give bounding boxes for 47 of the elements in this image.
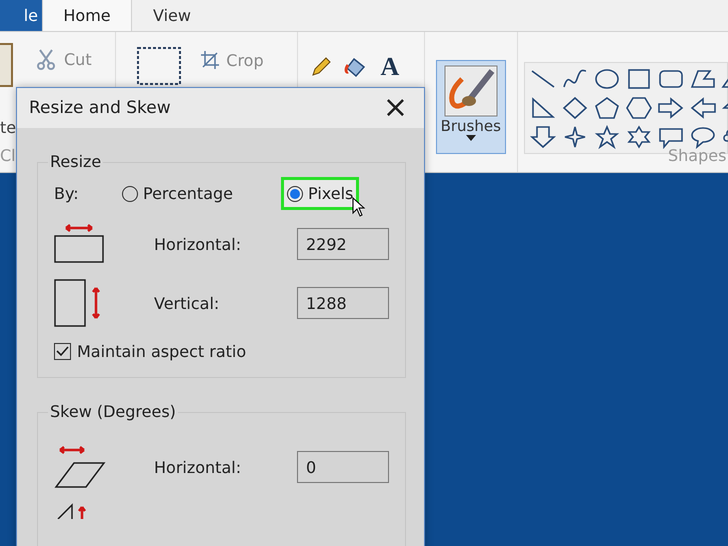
dialog-title: Resize and Skew <box>29 98 171 118</box>
rectangle-icon[interactable] <box>625 67 653 91</box>
mouse-cursor-icon <box>352 197 366 217</box>
pencil-icon[interactable] <box>310 56 332 78</box>
oval-callout-icon[interactable] <box>689 125 717 149</box>
text-tool[interactable]: A <box>380 52 400 82</box>
ribbon-tab[interactable]: View <box>132 0 212 31</box>
oval-icon[interactable] <box>593 67 621 91</box>
polygon-icon[interactable] <box>689 67 717 91</box>
caret-icon <box>466 135 476 141</box>
rounded-rectangle-icon[interactable] <box>657 67 685 91</box>
field-label: Vertical: <box>154 294 220 312</box>
ribbon-tab[interactable]: Home <box>42 0 132 31</box>
select-icon[interactable] <box>136 46 182 86</box>
horizontal-resize-icon <box>54 224 104 264</box>
group-title: Skew (Degrees) <box>48 402 178 421</box>
down-arrow-icon[interactable] <box>529 125 557 149</box>
pentagon-icon[interactable] <box>593 96 621 120</box>
number-field[interactable]: 2292 <box>297 228 389 260</box>
radio-option[interactable]: Pixels <box>281 177 360 210</box>
left-arrow-icon[interactable] <box>689 96 717 120</box>
number-field[interactable]: 0 <box>297 451 389 483</box>
right-triangle-icon[interactable] <box>529 96 557 120</box>
close-button[interactable]: × <box>378 93 412 123</box>
number-field[interactable]: 1288 <box>297 287 389 319</box>
five-point-star-icon[interactable] <box>593 125 621 149</box>
radio-option[interactable]: Percentage <box>116 177 240 210</box>
speech-bubble-icon[interactable] <box>657 125 685 149</box>
right-arrow-icon[interactable] <box>657 96 685 120</box>
group-label: Cl <box>0 146 16 165</box>
checkbox-label: Maintain aspect ratio <box>77 342 246 361</box>
field-label: Horizontal: <box>154 234 242 254</box>
file-tab[interactable]: le <box>0 0 42 31</box>
field-label: Horizontal: <box>154 458 242 476</box>
hexagon-icon[interactable] <box>625 96 653 120</box>
scissors-icon <box>36 48 56 70</box>
clipboard-icon <box>0 42 14 88</box>
parallelogram-icon <box>54 445 106 489</box>
paste-button[interactable]: te <box>0 118 16 137</box>
diamond-icon[interactable] <box>561 96 589 120</box>
brushes-button[interactable]: Brushes <box>436 60 506 154</box>
group-label: Shapes <box>668 146 726 165</box>
by-label: By: <box>54 184 80 203</box>
crop-icon <box>200 50 220 70</box>
paintbrush-icon <box>444 65 498 117</box>
six-point-star-icon[interactable] <box>625 125 653 149</box>
checkbox[interactable] <box>54 343 71 360</box>
